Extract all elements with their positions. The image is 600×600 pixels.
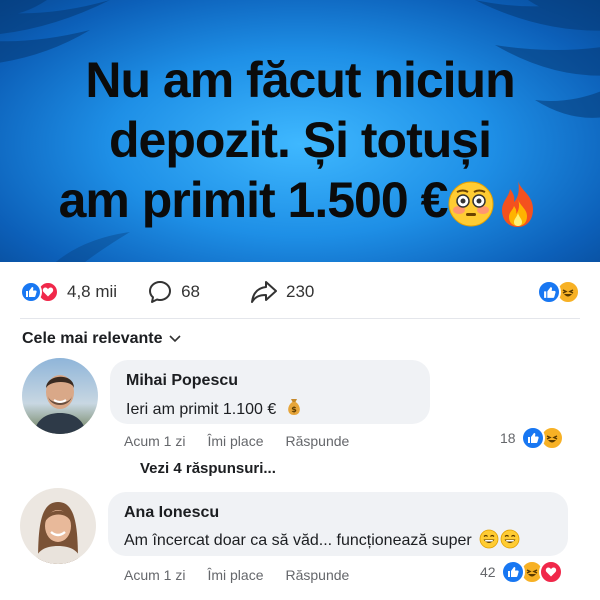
comment-reactions[interactable]: 42 [480, 560, 563, 584]
comment-sort-dropdown[interactable]: Cele mai relevante [22, 330, 181, 348]
like-reaction-icon [520, 426, 545, 450]
avatar[interactable] [20, 488, 96, 564]
like-reaction-icon [20, 281, 42, 303]
fire-icon [502, 180, 534, 227]
grinning-face-icon [500, 529, 520, 549]
svg-text:$: $ [291, 405, 297, 414]
reaction-summary[interactable]: 4,8 mii [20, 281, 117, 303]
comment-reactions[interactable]: 18 [500, 426, 564, 450]
comment-actions: Acum 1 zi Îmi place Răspunde [124, 567, 371, 583]
comment-author[interactable]: Mihai Popescu [126, 372, 414, 390]
like-reaction-icon [537, 280, 561, 304]
reply-button[interactable]: Răspunde [286, 567, 350, 583]
love-reaction-icon [538, 560, 563, 584]
share-icon [251, 281, 277, 303]
comment-actions: Acum 1 zi Îmi place Răspunde [124, 433, 371, 449]
headline-line-2: depozit. Și totuși [109, 112, 492, 168]
shares-count: 230 [286, 282, 315, 301]
headline: Nu am făcut niciun depozit. Și totuși am… [0, 50, 600, 230]
flushed-face-icon [448, 181, 494, 227]
react-button-group[interactable] [537, 280, 580, 304]
divider [20, 318, 580, 319]
avatar[interactable] [22, 358, 98, 434]
comment-icon [149, 281, 172, 303]
comment-text-content: Am încercat doar ca să văd... funcționea… [124, 532, 472, 549]
comment-reaction-count: 18 [500, 430, 516, 446]
comment-text: Am încercat doar ca să văd... funcționea… [124, 529, 552, 550]
reactions-count: 4,8 mii [67, 282, 118, 301]
headline-line-1: Nu am făcut niciun [85, 52, 515, 108]
money-bag-icon: $ [287, 399, 300, 415]
like-button[interactable]: Îmi place [207, 567, 263, 583]
comment-bubble: Ana Ionescu Am încercat doar ca să văd..… [108, 492, 568, 556]
comment-timestamp[interactable]: Acum 1 zi [124, 433, 185, 449]
reply-button[interactable]: Răspunde [286, 433, 350, 449]
grinning-face-icon [479, 529, 499, 549]
headline-line-3: am primit 1.500 € [0, 170, 600, 230]
like-reaction-icon [500, 560, 525, 584]
chevron-down-icon [168, 335, 181, 343]
comment-bubble: Mihai Popescu Ieri am primit 1.100 € $ [110, 360, 430, 424]
view-replies-link[interactable]: Vezi 4 răspunsuri... [140, 460, 276, 477]
comment-text-content: Ieri am primit 1.100 € [126, 401, 277, 418]
comment-author[interactable]: Ana Ionescu [124, 504, 552, 522]
hero-banner: Nu am făcut niciun depozit. Și totuși am… [0, 0, 600, 262]
comments-count: 68 [181, 282, 200, 301]
shares-stat[interactable]: 230 [250, 279, 314, 305]
comments-stat[interactable]: 68 [147, 279, 200, 305]
headline-line-3-text: am primit 1.500 € [58, 172, 449, 228]
comment-text: Ieri am primit 1.100 € $ [126, 397, 414, 419]
comment-timestamp[interactable]: Acum 1 zi [124, 567, 185, 583]
post-stats-bar: 4,8 mii 68 230 [20, 272, 580, 312]
sort-label: Cele mai relevante [22, 330, 163, 347]
comment-reaction-count: 42 [480, 564, 496, 580]
like-button[interactable]: Îmi place [207, 433, 263, 449]
